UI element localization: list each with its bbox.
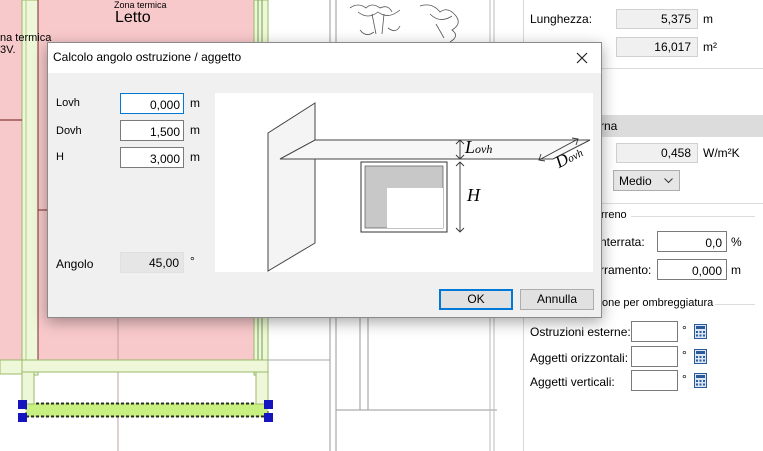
horizontal-overhangs-unit: ° xyxy=(682,348,687,362)
overhang-diagram: Lovh H Dovh xyxy=(215,93,593,272)
ok-button[interactable]: OK xyxy=(439,289,513,310)
group-line xyxy=(715,304,755,305)
h-label: H xyxy=(56,151,64,163)
interramento-input[interactable] xyxy=(657,259,727,280)
calculator-icon[interactable] xyxy=(694,349,707,364)
interrata-input[interactable] xyxy=(657,231,727,252)
left-zone-label: na termica xyxy=(0,32,52,44)
overhang-diagram-drawing xyxy=(267,102,591,272)
transmittance-value: 0,458 xyxy=(616,143,698,163)
h-dimension-label: H xyxy=(467,185,480,205)
external-obstructions-input[interactable] xyxy=(631,321,678,342)
angle-unit: ° xyxy=(190,254,195,268)
shading-group-label: one per ombreggiatura xyxy=(602,297,714,309)
lovh-label: Lovh xyxy=(56,97,80,109)
external-obstructions-label: Ostruzioni esterne: xyxy=(530,325,631,339)
horizontal-overhangs-label: Aggetti orizzontali: xyxy=(530,351,629,365)
dovh-unit: m xyxy=(190,123,200,137)
left-zone-label-2: 3V. xyxy=(0,44,16,56)
calculator-icon[interactable] xyxy=(694,373,707,388)
angle-value: 45,00 xyxy=(120,252,184,273)
vertical-overhangs-input[interactable] xyxy=(631,370,678,391)
external-obstructions-unit: ° xyxy=(682,323,687,337)
interrata-unit: % xyxy=(731,235,742,249)
transmittance-unit: W/m²K xyxy=(703,146,740,160)
vertical-overhangs-unit: ° xyxy=(682,372,687,386)
quality-select[interactable]: Medio xyxy=(613,170,680,191)
h-unit: m xyxy=(190,150,200,164)
length-unit: m xyxy=(703,12,713,26)
section-header-label: rna xyxy=(600,119,618,133)
vertical-overhangs-label: Aggetti verticali: xyxy=(530,375,615,389)
close-icon xyxy=(576,52,588,64)
length-value: 5,375 xyxy=(616,9,698,29)
interramento-unit: m xyxy=(731,263,741,277)
area-value: 16,017 xyxy=(616,37,698,57)
lovh-unit: m xyxy=(190,96,200,110)
length-label: Lunghezza: xyxy=(530,12,593,26)
close-button[interactable] xyxy=(571,47,593,69)
lovh-input[interactable] xyxy=(120,93,184,114)
angle-label: Angolo xyxy=(56,257,94,271)
dialog-title: Calcolo angolo ostruzione / aggetto xyxy=(53,50,242,64)
quality-select-value: Medio xyxy=(619,174,652,188)
overhang-angle-dialog: Calcolo angolo ostruzione / aggetto Lovh… xyxy=(47,42,602,318)
dovh-input[interactable] xyxy=(120,120,184,141)
calculator-icon[interactable] xyxy=(694,324,707,339)
dialog-title-bar[interactable]: Calcolo angolo ostruzione / aggetto xyxy=(48,43,601,73)
chevron-down-icon xyxy=(664,178,673,184)
room-name-label: Letto xyxy=(115,9,151,26)
group-line xyxy=(631,216,755,217)
cancel-button[interactable]: Annulla xyxy=(520,289,594,310)
h-input[interactable] xyxy=(120,147,184,168)
l-dimension-label: Lovh xyxy=(465,137,493,157)
terreno-group-label: rreno xyxy=(601,209,627,221)
dovh-label: Dovh xyxy=(56,125,82,137)
interramento-label: rramento: xyxy=(600,263,652,277)
interrata-label: nterrata: xyxy=(600,235,645,249)
area-unit: m² xyxy=(703,40,717,54)
horizontal-overhangs-input[interactable] xyxy=(631,346,678,367)
